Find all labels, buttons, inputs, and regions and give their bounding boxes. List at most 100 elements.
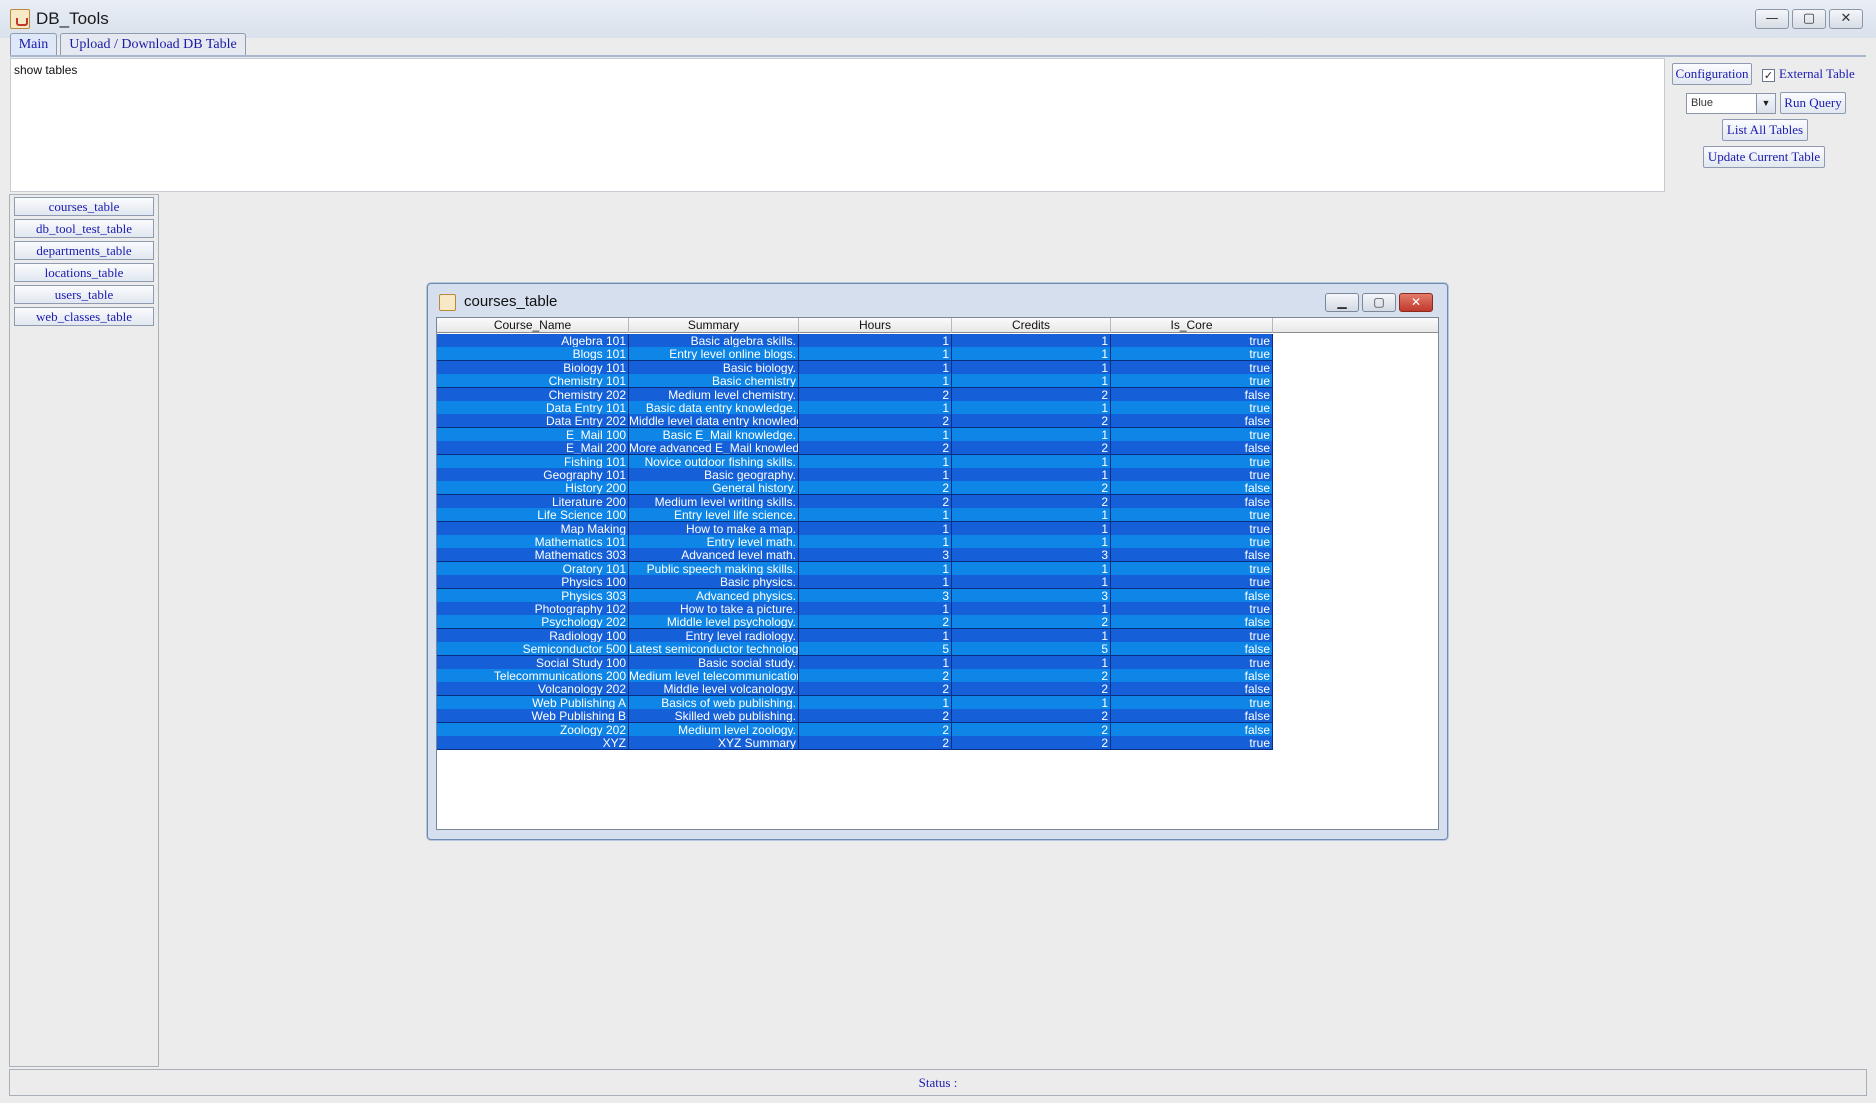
maximize-button[interactable]: ▢: [1792, 9, 1826, 29]
table-cell[interactable]: false: [1111, 615, 1273, 630]
table-cell[interactable]: 1: [952, 695, 1111, 710]
table-cell[interactable]: 1: [952, 602, 1111, 616]
table-cell[interactable]: true: [1111, 347, 1273, 362]
table-cell[interactable]: 2: [952, 682, 1111, 697]
table-cell[interactable]: 1: [799, 602, 952, 616]
table-cell[interactable]: 1: [799, 521, 952, 536]
table-cell[interactable]: 2: [799, 414, 952, 429]
table-cell[interactable]: XYZ: [437, 736, 629, 750]
table-row[interactable]: Physics 100 Basic physics. 1 1 true: [437, 575, 1438, 590]
table-cell[interactable]: false: [1111, 709, 1273, 724]
table-cell[interactable]: Advanced physics.: [629, 588, 799, 603]
table-cell[interactable]: E_Mail 100: [437, 427, 629, 442]
table-cell[interactable]: 1: [799, 468, 952, 482]
table-row[interactable]: Fishing 101 Novice outdoor fishing skills…: [437, 454, 1438, 469]
table-row[interactable]: XYZ XYZ Summary 2 2 true: [437, 736, 1438, 750]
configuration-button[interactable]: Configuration: [1672, 63, 1752, 85]
update-current-table-button[interactable]: Update Current Table: [1703, 146, 1825, 168]
table-cell[interactable]: true: [1111, 561, 1273, 576]
table-cell[interactable]: Geography 101: [437, 468, 629, 482]
table-cell[interactable]: General history.: [629, 481, 799, 496]
table-cell[interactable]: false: [1111, 669, 1273, 683]
table-cell[interactable]: 1: [952, 655, 1111, 670]
sidebar-item-users-table[interactable]: users_table: [14, 285, 154, 304]
table-row[interactable]: Oratory 101 Public speech making skills. 1…: [437, 561, 1438, 576]
column-credits-header[interactable]: Credits: [952, 318, 1111, 333]
table-cell[interactable]: true: [1111, 374, 1273, 389]
table-cell[interactable]: History 200: [437, 481, 629, 496]
table-cell[interactable]: 1: [799, 360, 952, 375]
table-cell[interactable]: 1: [799, 575, 952, 590]
table-cell[interactable]: 1: [952, 575, 1111, 590]
tab-main[interactable]: Main: [10, 33, 57, 55]
table-row[interactable]: E_Mail 200 More advanced E_Mail knowledge…: [437, 441, 1438, 456]
table-cell[interactable]: Mathematics 101: [437, 535, 629, 549]
tab-upload-download[interactable]: Upload / Download DB Table: [60, 33, 246, 55]
courses-data-table[interactable]: Course_Name Summary Hours Credits Is_Core Al…: [436, 317, 1439, 830]
sidebar-item-locations-table[interactable]: locations_table: [14, 263, 154, 282]
minimize-button[interactable]: —: [1755, 9, 1789, 29]
table-cell[interactable]: Social Study 100: [437, 655, 629, 670]
table-cell[interactable]: Basic data entry knowledge.: [629, 401, 799, 415]
table-cell[interactable]: 5: [799, 642, 952, 657]
table-row[interactable]: Web Publishing B Skilled web publishing. 2…: [437, 709, 1438, 724]
table-row[interactable]: Zoology 202 Medium level zoology. 2 2 false: [437, 722, 1438, 737]
table-row[interactable]: Telecommunications 200 Medium level telec…: [437, 669, 1438, 683]
table-cell[interactable]: Entry level life science.: [629, 508, 799, 523]
table-cell[interactable]: 2: [952, 722, 1111, 737]
table-row[interactable]: Photography 102 How to take a picture. 1 1 t…: [437, 602, 1438, 616]
table-cell[interactable]: true: [1111, 736, 1273, 750]
table-cell[interactable]: 1: [952, 401, 1111, 415]
table-cell[interactable]: 1: [799, 655, 952, 670]
table-cell[interactable]: 1: [799, 334, 952, 348]
table-cell[interactable]: Telecommunications 200: [437, 669, 629, 683]
table-row[interactable]: Geography 101 Basic geography. 1 1 true: [437, 468, 1438, 482]
table-cell[interactable]: E_Mail 200: [437, 441, 629, 456]
table-row[interactable]: Mathematics 303 Advanced level math. 3 3 fal…: [437, 548, 1438, 563]
table-cell[interactable]: Life Science 100: [437, 508, 629, 523]
table-cell[interactable]: 2: [799, 709, 952, 724]
table-cell[interactable]: Radiology 100: [437, 628, 629, 643]
chevron-down-icon[interactable]: ▼: [1756, 94, 1775, 113]
table-row[interactable]: Life Science 100 Entry level life science…: [437, 508, 1438, 523]
table-cell[interactable]: 1: [799, 374, 952, 389]
table-cell[interactable]: 2: [799, 669, 952, 683]
table-cell[interactable]: Psychology 202: [437, 615, 629, 630]
table-row[interactable]: E_Mail 100 Basic E_Mail knowledge. 1 1 true: [437, 427, 1438, 442]
table-cell[interactable]: 1: [952, 628, 1111, 643]
table-cell[interactable]: 2: [799, 494, 952, 509]
column-is-core-header[interactable]: Is_Core: [1111, 318, 1273, 333]
table-cell[interactable]: Basic chemistry: [629, 374, 799, 389]
column-hours-header[interactable]: Hours: [799, 318, 952, 333]
maximize-icon[interactable]: ▢: [1362, 293, 1396, 312]
table-cell[interactable]: false: [1111, 414, 1273, 429]
table-cell[interactable]: true: [1111, 508, 1273, 523]
table-cell[interactable]: 1: [799, 695, 952, 710]
table-cell[interactable]: true: [1111, 360, 1273, 375]
table-cell[interactable]: true: [1111, 695, 1273, 710]
table-cell[interactable]: Fishing 101: [437, 454, 629, 469]
table-cell[interactable]: true: [1111, 468, 1273, 482]
table-row[interactable]: Algebra 101 Basic algebra skills. 1 1 true: [437, 334, 1438, 348]
table-cell[interactable]: false: [1111, 494, 1273, 509]
table-cell[interactable]: 1: [952, 427, 1111, 442]
table-cell[interactable]: 1: [952, 468, 1111, 482]
table-cell[interactable]: Physics 303: [437, 588, 629, 603]
table-cell[interactable]: Data Entry 101: [437, 401, 629, 415]
column-summary-header[interactable]: Summary: [629, 318, 799, 333]
sidebar-item-db-tool-test-table[interactable]: db_tool_test_table: [14, 219, 154, 238]
table-cell[interactable]: 3: [799, 588, 952, 603]
table-cell[interactable]: Oratory 101: [437, 561, 629, 576]
table-cell[interactable]: 2: [799, 387, 952, 402]
table-cell[interactable]: Volcanology 202: [437, 682, 629, 697]
table-cell[interactable]: Latest semiconductor technology.: [629, 642, 799, 657]
table-row[interactable]: Radiology 100 Entry level radiology. 1 1 tru…: [437, 628, 1438, 643]
table-cell[interactable]: 2: [799, 615, 952, 630]
table-cell[interactable]: Entry level math.: [629, 535, 799, 549]
table-cell[interactable]: 3: [799, 548, 952, 563]
table-cell[interactable]: true: [1111, 427, 1273, 442]
table-cell[interactable]: Middle level data entry knowledge.: [629, 414, 799, 429]
table-cell[interactable]: 1: [952, 374, 1111, 389]
table-cell[interactable]: false: [1111, 387, 1273, 402]
table-cell[interactable]: 2: [952, 494, 1111, 509]
